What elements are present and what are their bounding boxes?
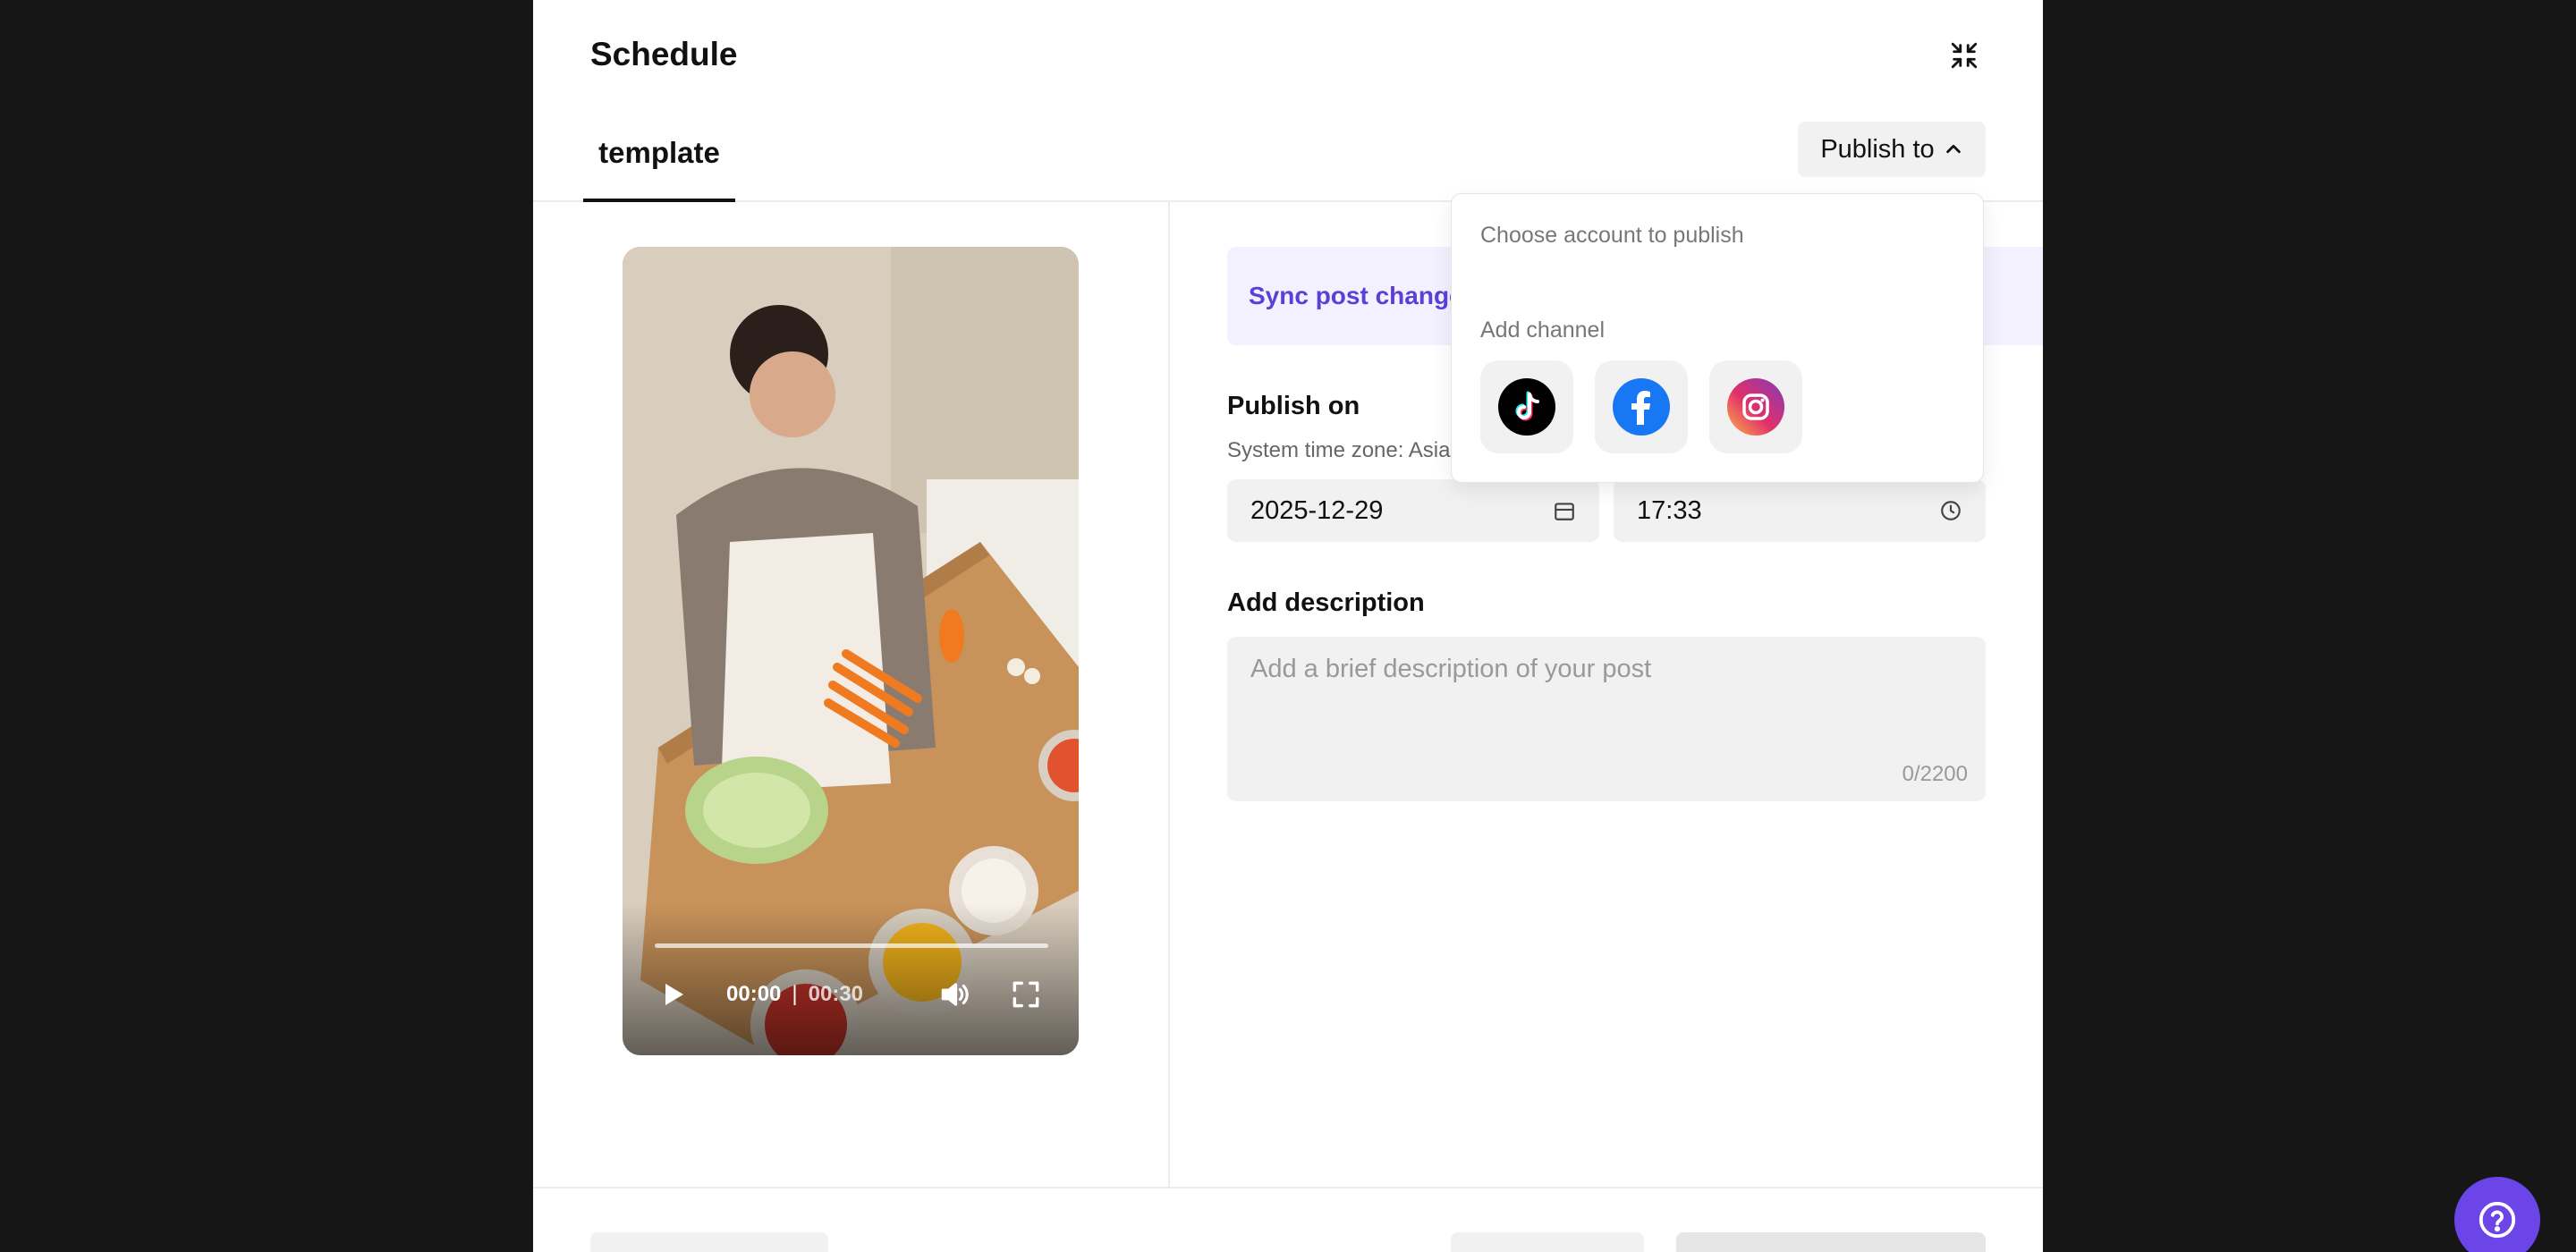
column-divider [1168, 202, 1170, 1188]
clock-icon [1941, 501, 1961, 520]
footer-divider [533, 1187, 2043, 1189]
description-textarea[interactable]: Add a brief description of your post 0/2… [1227, 637, 1986, 801]
add-description-label: Add description [1227, 588, 1425, 617]
choose-account-text: Choose account to publish [1480, 223, 1744, 248]
channel-tiktok[interactable] [1480, 360, 1573, 453]
chevron-up-icon [1945, 144, 1961, 154]
video-preview[interactable]: 00:00 | 00:30 [623, 247, 1079, 1055]
add-channel-label: Add channel [1480, 317, 1606, 343]
time-value: 17:33 [1637, 495, 1702, 525]
play-icon[interactable] [658, 975, 687, 1014]
footer-left-button[interactable] [590, 1232, 828, 1252]
help-icon [2479, 1201, 2516, 1239]
video-progress-bar[interactable] [655, 943, 1048, 948]
facebook-icon [1613, 378, 1670, 436]
publish-on-label: Publish on [1227, 392, 1360, 420]
modal-title: Schedule [590, 36, 738, 72]
description-placeholder: Add a brief description of your post [1250, 655, 1652, 683]
publish-to-label: Publish to [1820, 134, 1935, 164]
channel-instagram[interactable] [1709, 360, 1802, 453]
collapse-icon[interactable] [1946, 38, 1982, 73]
calendar-icon [1555, 503, 1574, 520]
tiktok-icon [1498, 378, 1555, 436]
publish-to-dropdown: Choose account to publish Add channel [1451, 193, 1984, 483]
date-field[interactable]: 2025-12-29 [1227, 479, 1599, 542]
fullscreen-icon[interactable] [1009, 975, 1043, 1014]
channel-facebook[interactable] [1595, 360, 1688, 453]
footer-primary-button[interactable] [1676, 1232, 1986, 1252]
description-counter: 0/2200 [1902, 762, 1968, 786]
video-time-separator: | [792, 982, 798, 1006]
tab-template[interactable]: template [583, 107, 735, 202]
timezone-text: System time zone: Asia [1227, 438, 1451, 462]
schedule-modal: Schedule template Publish to 00:00 | 00:… [533, 0, 2043, 1252]
video-duration: 00:30 [808, 982, 864, 1006]
video-time-display: 00:00 | 00:30 [726, 975, 863, 1014]
date-value: 2025-12-29 [1250, 495, 1384, 525]
publish-to-button[interactable]: Publish to [1798, 122, 1986, 177]
instagram-icon [1727, 378, 1784, 436]
time-field[interactable]: 17:33 [1614, 479, 1986, 542]
footer-secondary-button[interactable] [1451, 1232, 1644, 1252]
video-current-time: 00:00 [726, 982, 782, 1006]
volume-icon[interactable] [936, 975, 973, 1014]
